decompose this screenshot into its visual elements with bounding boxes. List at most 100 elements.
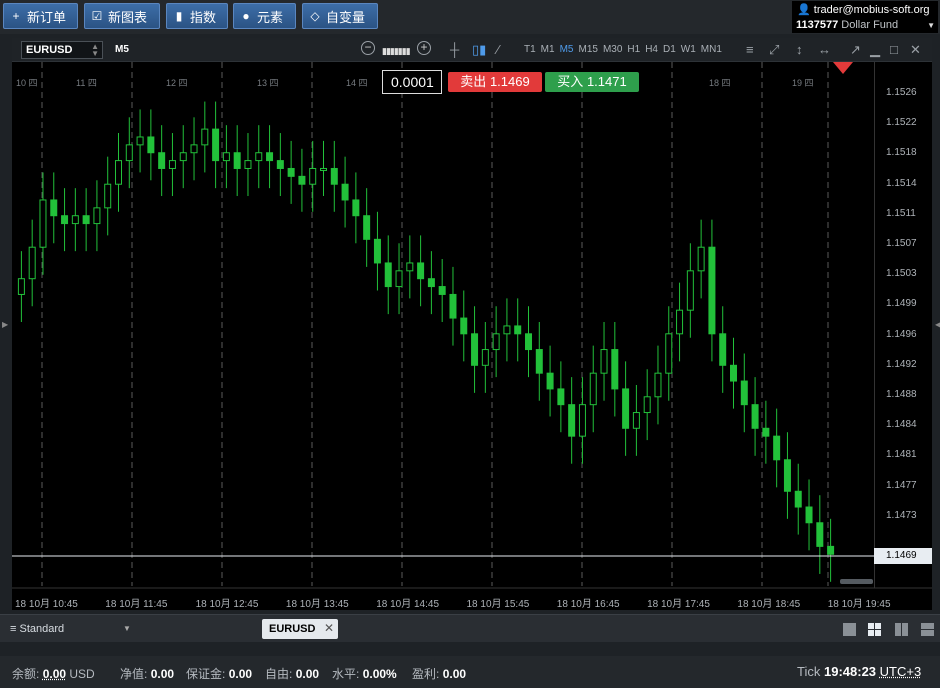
zoom-in-icon[interactable]: + xyxy=(417,41,431,55)
candle-body xyxy=(168,160,176,169)
timezone-selector[interactable]: UTC+3 xyxy=(880,664,922,679)
equity-status: 净值: 0.00 xyxy=(120,667,175,681)
detach-window-icon[interactable]: ↗ xyxy=(850,42,861,58)
buy-button[interactable]: 买入 1.1471 xyxy=(545,72,639,92)
candle-body xyxy=(222,152,230,162)
date-label: 19 四 xyxy=(792,78,814,88)
candle-body xyxy=(266,152,274,162)
candle-body xyxy=(557,388,565,406)
maximize-icon[interactable]: □ xyxy=(890,42,898,57)
layout-rows-icon[interactable] xyxy=(921,623,934,636)
timeframe-h1[interactable]: H1 xyxy=(627,44,640,55)
price-tick-label: 1.1488 xyxy=(886,389,917,400)
price-tick-label: 1.1496 xyxy=(886,328,917,340)
candle-body xyxy=(481,349,489,366)
new-chart-button[interactable]: ☑ 新图表 xyxy=(84,3,160,29)
candle-body xyxy=(125,144,133,162)
layout-dropdown-icon[interactable]: ▼ xyxy=(123,624,131,633)
date-label: 18 四 xyxy=(709,78,731,88)
price-tick-label: 1.1507 xyxy=(886,238,917,249)
candle-body xyxy=(546,372,554,390)
candle-body xyxy=(298,175,306,185)
elements-button[interactable]: ● 元素 xyxy=(233,3,296,29)
chart-horizontal-scrollbar[interactable] xyxy=(840,579,873,584)
chart-settings-icon[interactable]: ≡ xyxy=(746,42,754,57)
price-chart[interactable] xyxy=(12,62,932,610)
candle-body xyxy=(783,459,791,492)
status-bar: 余额: 0.00 USD 净值: 0.00 保证金: 0.00 自由: 0.00… xyxy=(0,656,940,688)
timeframe-m5[interactable]: M5 xyxy=(560,44,574,55)
candle-body xyxy=(71,215,79,225)
horizontal-scale-icon[interactable]: ↔ xyxy=(818,42,831,57)
candle-body xyxy=(686,270,694,311)
price-tick-label: 1.1477 xyxy=(886,479,917,491)
zoom-level-indicator[interactable]: ▮▮▮▮▮▮▮ xyxy=(382,46,411,57)
price-tick-label: 1.1481 xyxy=(886,449,917,461)
timeframe-m15[interactable]: M15 xyxy=(578,44,597,55)
candle-body xyxy=(417,262,425,280)
price-tick-label: 1.1511 xyxy=(886,207,916,219)
timeframe-m30[interactable]: M30 xyxy=(603,44,622,55)
symbol-selector[interactable]: EURUSD ▲ ▼ xyxy=(21,41,103,59)
timeframe-w1[interactable]: W1 xyxy=(681,44,696,55)
time-tick-label: 18 10月 19:45 xyxy=(827,599,891,610)
candle-body xyxy=(136,136,144,146)
custom-variables-button[interactable]: ◇ 自变量 xyxy=(302,3,378,29)
symbol-stepper-icon[interactable]: ▲ ▼ xyxy=(91,43,99,58)
candle-body xyxy=(773,435,781,461)
account-number: 1137577 xyxy=(796,19,839,31)
candle-body xyxy=(438,286,446,295)
price-tick-label: 1.1514 xyxy=(886,177,917,189)
server-time: Tick 19:48:23 UTC+3 xyxy=(797,664,922,679)
candle-body xyxy=(805,506,813,524)
bar-type-icon[interactable]: ┼ xyxy=(450,42,459,57)
sell-button[interactable]: 卖出 1.1469 xyxy=(448,72,542,92)
candle-body xyxy=(600,349,608,374)
new-order-button[interactable]: + 新订单 xyxy=(3,3,78,29)
candle-body xyxy=(730,364,737,382)
timeframe-m1[interactable]: M1 xyxy=(541,44,555,55)
plus-icon: + xyxy=(12,9,20,23)
close-chart-icon[interactable]: ✕ xyxy=(910,42,921,58)
time-tick-label: 18 10月 15:45 xyxy=(466,599,530,610)
right-panel-handle-icon[interactable]: ◀ xyxy=(935,320,940,329)
indicators-button[interactable]: ▮ 指数 xyxy=(166,3,228,29)
candle-body xyxy=(28,246,36,280)
vertical-scale-icon[interactable]: ↕ xyxy=(796,42,803,57)
tab-eurusd[interactable]: EURUSD ✕ xyxy=(262,619,338,639)
line-type-icon[interactable]: ⁄ xyxy=(497,42,499,57)
candle-body xyxy=(82,215,90,225)
chart-shift-marker[interactable] xyxy=(833,62,853,74)
price-tick-label: 1.1503 xyxy=(886,268,917,280)
profit-status: 盈利: 0.00 xyxy=(412,667,467,681)
candle-body xyxy=(17,278,25,295)
candle-body xyxy=(427,278,435,288)
account-panel[interactable]: 👤 trader@mobius-soft.org 1137577 Dollar … xyxy=(792,1,938,33)
layout-grid-icon[interactable] xyxy=(868,623,881,636)
candlestick-type-icon[interactable]: ▯▮ xyxy=(472,42,486,58)
timeframe-mn1[interactable]: MN1 xyxy=(701,44,722,55)
close-tab-icon[interactable]: ✕ xyxy=(324,621,334,635)
user-icon: 👤 xyxy=(797,4,811,16)
zoom-out-icon[interactable]: − xyxy=(361,41,375,55)
chart-tab-bar: ≡ Standard ▼ EURUSD ✕ xyxy=(0,614,940,642)
candle-body xyxy=(654,372,662,398)
candle-body xyxy=(147,136,155,154)
minimize-icon[interactable]: ▁ xyxy=(870,42,880,58)
candle-body xyxy=(622,388,630,429)
layout-selector[interactable]: ≡ Standard xyxy=(10,623,64,635)
timeframe-t1[interactable]: T1 xyxy=(524,44,536,55)
candle-body xyxy=(276,160,284,169)
left-panel-handle-icon[interactable]: ▶ xyxy=(2,320,8,329)
timeframe-h4[interactable]: H4 xyxy=(645,44,658,55)
account-email: trader@mobius-soft.org xyxy=(813,4,930,16)
candle-body xyxy=(255,152,263,162)
candle-body xyxy=(212,128,220,162)
candle-body xyxy=(816,522,824,547)
layout-single-icon[interactable] xyxy=(843,623,856,636)
account-dropdown-icon[interactable]: ▼ xyxy=(927,21,935,30)
timeframe-d1[interactable]: D1 xyxy=(663,44,676,55)
layout-columns-icon[interactable] xyxy=(895,623,908,636)
candle-body xyxy=(384,262,392,288)
fit-diagonal-icon[interactable]: ⤢ xyxy=(769,42,779,58)
